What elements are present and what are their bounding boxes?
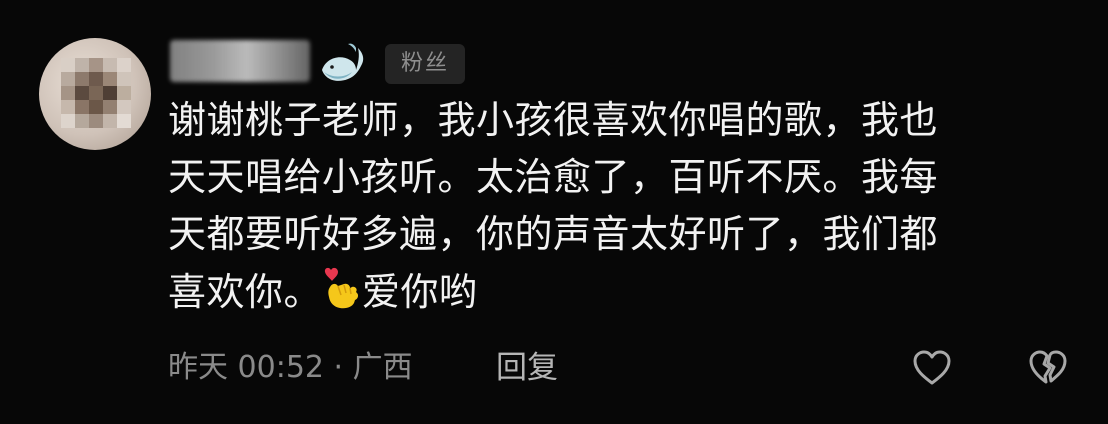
comment-item: 粉丝 谢谢桃子老师，我小孩很喜欢你唱的歌，我也 天天唱给小孩听。太治愈了，百听不… bbox=[0, 0, 1108, 424]
comment-text-tail: 爱你哟 bbox=[362, 270, 478, 314]
avatar[interactable] bbox=[39, 38, 151, 150]
comment-text: 谢谢桃子老师，我小孩很喜欢你唱的歌，我也 天天唱给小孩听。太治愈了，百听不厌。我… bbox=[168, 92, 1048, 321]
avatar-pixelation bbox=[61, 58, 131, 128]
whale-icon bbox=[322, 43, 364, 81]
username-redacted[interactable] bbox=[170, 40, 310, 82]
fan-badge: 粉丝 bbox=[385, 44, 465, 84]
comment-text-main: 谢谢桃子老师，我小孩很喜欢你唱的歌，我也 天天唱给小孩听。太治愈了，百听不厌。我… bbox=[168, 98, 939, 314]
comment-time-location: 昨天 00:52 · 广西 bbox=[168, 350, 413, 385]
heart-outline-icon[interactable] bbox=[910, 346, 954, 390]
reply-button[interactable]: 回复 bbox=[496, 346, 558, 390]
broken-heart-icon[interactable] bbox=[1026, 346, 1070, 390]
finger-heart-icon bbox=[324, 267, 359, 309]
